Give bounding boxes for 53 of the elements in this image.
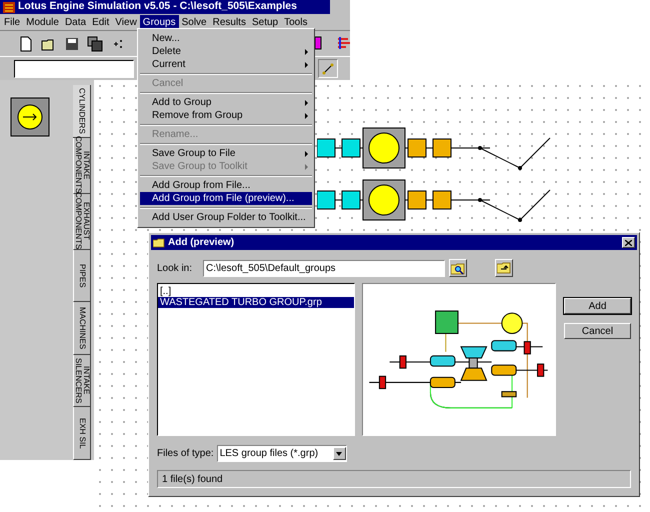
component-tab[interactable]: MACHINES (73, 302, 91, 355)
window-title: Lotus Engine Simulation v5.05 - C:\lesoft_505\Examples (18, 0, 297, 14)
app-icon (3, 2, 15, 12)
menu-item[interactable]: Save Group to File (140, 147, 312, 160)
menu-bar-item[interactable]: Data (62, 14, 90, 30)
menu-bar-item[interactable]: File (1, 14, 24, 30)
connect-button[interactable] (318, 59, 338, 78)
up-folder-button[interactable] (495, 259, 513, 277)
folder-search-icon (451, 262, 465, 274)
menu-item[interactable]: Add Group from File... (140, 179, 312, 192)
component-tab[interactable]: EXH SIL (73, 407, 91, 460)
menu-item[interactable]: Add to Group (140, 96, 312, 109)
menu-item[interactable]: New... (140, 32, 312, 45)
menu-bar-item[interactable]: Module (23, 14, 62, 30)
chart-icon[interactable] (336, 35, 352, 51)
menu-item[interactable]: Current (140, 58, 312, 71)
menu-bar-item[interactable]: Groups (140, 14, 179, 30)
look-in-label: Look in: (157, 262, 194, 276)
component-tab[interactable]: EXHAUST COMPONENTS (73, 194, 91, 250)
files-of-type-dropdown[interactable]: LES group files (*.grp) (216, 445, 347, 462)
menu-item[interactable]: Delete (140, 45, 312, 58)
menu-bar-item[interactable]: Results (210, 14, 249, 30)
browse-button[interactable] (449, 259, 467, 277)
status-bar: 1 file(s) found (157, 470, 631, 488)
dialog-title: Add (preview) (168, 236, 236, 250)
menu-bar-item[interactable]: Setup (248, 14, 282, 30)
pipe-link-icon (322, 62, 334, 74)
menu-bar-item[interactable]: Edit (89, 14, 112, 30)
files-of-type-label: Files of type: (157, 447, 214, 461)
close-icon (625, 240, 632, 246)
new-file-icon[interactable] (18, 36, 34, 52)
menu-bar-item[interactable]: Solve (178, 14, 210, 30)
menu-bar-item[interactable]: View (112, 14, 140, 30)
component-tab[interactable]: CYLINDERS (73, 85, 91, 138)
menu-item[interactable]: Add Group from File (preview)... (140, 192, 312, 205)
dialog-button[interactable]: Add (564, 298, 631, 314)
folder-icon (153, 237, 165, 248)
file-list-item[interactable]: [..] (158, 286, 354, 297)
component-tab[interactable]: INTAKE COMPONENTS (73, 138, 91, 194)
look-in-field[interactable]: C:\lesoft_505\Default_groups (203, 260, 445, 276)
component-tab[interactable]: INTAKE SILENCERS (73, 354, 91, 408)
up-folder-icon (497, 262, 511, 274)
menu-item[interactable]: Remove from Group (140, 109, 312, 122)
component-tab[interactable]: PIPES (73, 250, 91, 302)
text-field[interactable] (14, 60, 134, 78)
file-list-item[interactable]: WASTEGATED TURBO GROUP.grp (158, 297, 354, 308)
menu-item[interactable]: Add User Group Folder to Toolkit... (140, 211, 312, 224)
cylinder-icon[interactable] (10, 97, 50, 137)
dialog-button[interactable]: Cancel (564, 323, 631, 339)
save-all-icon[interactable] (87, 36, 103, 52)
close-button[interactable] (622, 237, 635, 248)
menu-bar-item[interactable]: Tools (281, 14, 310, 30)
save-icon[interactable] (64, 36, 80, 52)
